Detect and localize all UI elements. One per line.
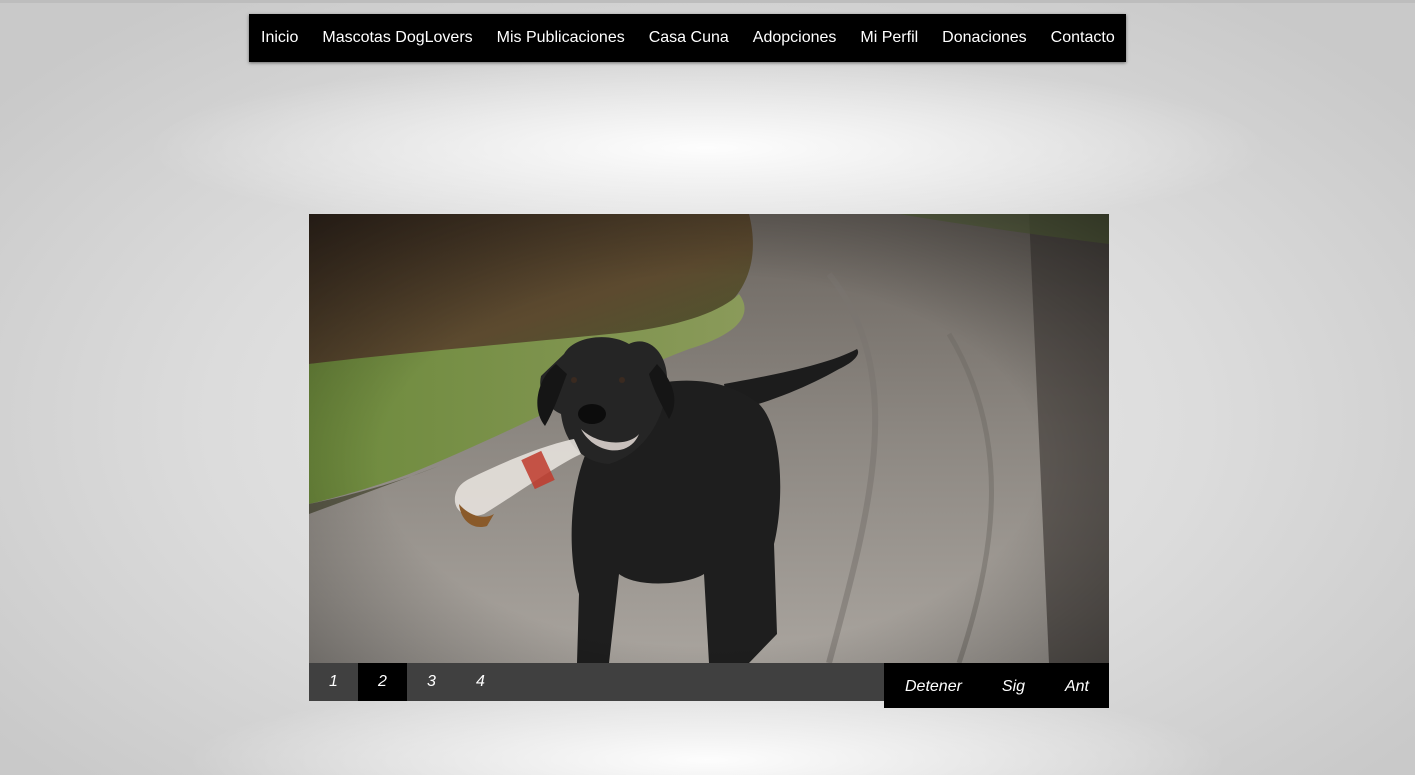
nav-item-mi-perfil[interactable]: Mi Perfil [848,14,930,62]
pager-item-4[interactable]: 4 [456,663,505,701]
pager-item-1[interactable]: 1 [309,663,358,701]
next-button[interactable]: Sig [1002,662,1025,709]
dog-photo [309,214,1109,663]
stop-button[interactable]: Detener [905,662,962,709]
nav-item-mis-publicaciones[interactable]: Mis Publicaciones [485,14,637,62]
nav-item-inicio[interactable]: Inicio [249,14,310,62]
main-navbar: Inicio Mascotas DogLovers Mis Publicacio… [249,14,1126,62]
pager-item-2-active[interactable]: 2 [358,663,407,701]
slide-image [309,214,1109,663]
nav-item-adopciones[interactable]: Adopciones [741,14,849,62]
nav-item-casa-cuna[interactable]: Casa Cuna [637,14,741,62]
pager-item-3[interactable]: 3 [407,663,456,701]
image-slider: 1 2 3 4 Detener Sig Ant [309,214,1109,708]
slider-pager: 1 2 3 4 [309,663,884,701]
nav-item-contacto[interactable]: Contacto [1039,14,1127,62]
top-border [0,0,1415,3]
prev-button[interactable]: Ant [1065,662,1089,709]
nav-item-donaciones[interactable]: Donaciones [930,14,1039,62]
nav-item-mascotas-doglovers[interactable]: Mascotas DogLovers [310,14,484,62]
slider-controls: Detener Sig Ant [884,663,1109,708]
